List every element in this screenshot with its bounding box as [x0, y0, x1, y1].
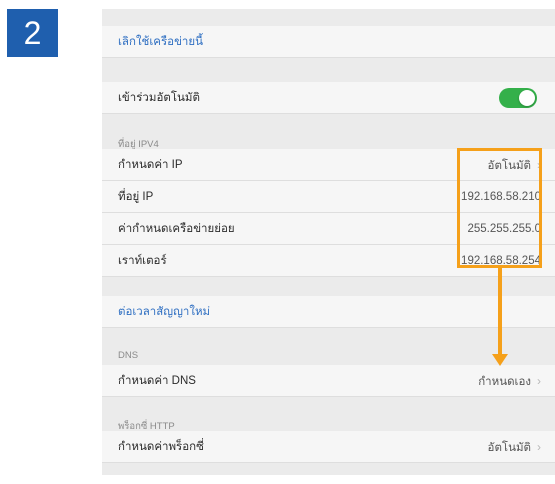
auto-join-toggle[interactable]	[499, 88, 537, 108]
toggle-knob	[519, 90, 535, 106]
callout-arrow-line	[498, 268, 502, 356]
configure-dns-value-wrap: กำหนดเอง ›	[478, 365, 541, 398]
step-number-badge: 2	[7, 9, 58, 57]
forget-network-label: เลิกใช้เครือข่ายนี้	[118, 36, 203, 48]
auto-join-label: เข้าร่วมอัตโนมัติ	[118, 92, 200, 104]
renew-lease-label: ต่อเวลาสัญญาใหม่	[118, 306, 211, 318]
configure-dns-label: กำหนดค่า DNS	[118, 375, 196, 387]
chevron-right-icon: ›	[537, 440, 541, 454]
chevron-right-icon: ›	[537, 374, 541, 388]
configure-proxy-value-wrap: อัตโนมัติ ›	[488, 431, 541, 464]
router-label: เราท์เตอร์	[118, 255, 167, 267]
configure-dns-row[interactable]: กำหนดค่า DNS กำหนดเอง ›	[102, 365, 555, 397]
configure-proxy-label: กำหนดค่าพร็อกซี่	[118, 441, 204, 453]
arrow-down-icon	[492, 354, 508, 366]
ip-values-highlight-box	[457, 148, 542, 268]
dns-section-header: DNS	[118, 350, 139, 361]
configure-proxy-value: อัตโนมัติ	[487, 442, 531, 454]
configure-ip-label: กำหนดค่า IP	[118, 159, 183, 171]
forget-network-row[interactable]: เลิกใช้เครือข่ายนี้	[102, 26, 555, 58]
auto-join-row: เข้าร่วมอัตโนมัติ	[102, 82, 555, 114]
ip-address-label: ที่อยู่ IP	[118, 191, 154, 203]
configure-dns-value: กำหนดเอง	[478, 376, 531, 388]
subnet-mask-label: ค่ากำหนดเครือข่ายย่อย	[118, 223, 235, 235]
renew-lease-row[interactable]: ต่อเวลาสัญญาใหม่	[102, 296, 555, 328]
configure-proxy-row[interactable]: กำหนดค่าพร็อกซี่ อัตโนมัติ ›	[102, 431, 555, 463]
